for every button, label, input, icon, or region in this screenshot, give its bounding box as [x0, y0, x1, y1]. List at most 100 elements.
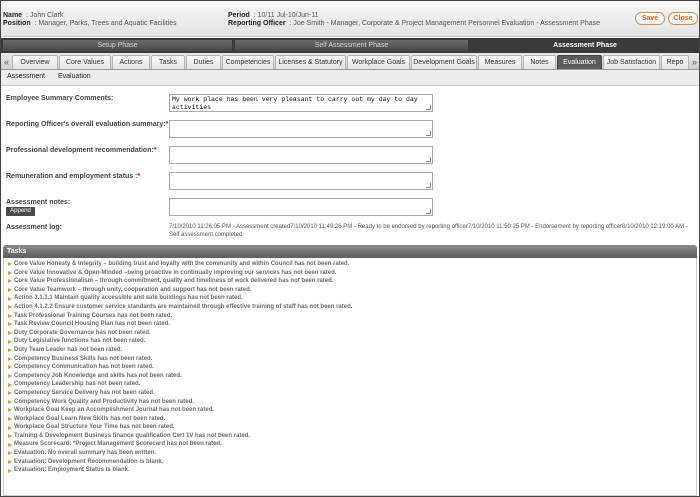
task-item[interactable]: Workplace Goal Keep an Accomplishment Jo…: [4, 406, 696, 415]
task-item[interactable]: Competency Work Quality and Productivity…: [4, 398, 696, 407]
assessment-notes-field[interactable]: [169, 198, 433, 216]
task-item[interactable]: Evaluation: No overall summary has been …: [4, 449, 696, 458]
tab-overview[interactable]: Overview: [12, 55, 58, 69]
task-item[interactable]: Measure Scorecard: *Project Management S…: [4, 440, 696, 449]
tab-workplace-goals[interactable]: Workplace Goals: [347, 55, 410, 69]
assessment-log-text: 7/10/2010 11:26:05 PM - Assessment creat…: [169, 224, 688, 238]
task-item-text: Workplace Goal Learn New Skills has not …: [14, 415, 166, 422]
tab-core-values[interactable]: Core Values: [59, 55, 111, 69]
task-item[interactable]: Competency Communication has not been ra…: [4, 363, 696, 372]
arrow-right-icon: [8, 416, 12, 421]
summary-comments-field[interactable]: My work place has been very pleasant to …: [169, 94, 433, 112]
tab-tasks[interactable]: Tasks: [151, 55, 185, 69]
resize-grip-icon[interactable]: [426, 183, 431, 188]
tab-duties[interactable]: Duties: [186, 55, 221, 69]
arrow-right-icon: [8, 313, 12, 318]
task-item-text: Task Review Council Housing Plan has not…: [14, 321, 170, 328]
task-item[interactable]: Competency Service Delivery has not been…: [4, 389, 696, 398]
task-item[interactable]: Core Value Honesty & Integrity – buildin…: [4, 260, 696, 269]
arrow-right-icon: [8, 374, 12, 379]
task-item[interactable]: Task Professional Training Courses has n…: [4, 312, 696, 321]
tab-development-goals[interactable]: Development Goals: [411, 55, 477, 69]
append-button[interactable]: Append: [6, 207, 35, 216]
arrow-right-icon: [8, 408, 12, 413]
tab-licenses-statutory[interactable]: Licenses & Statutory: [275, 55, 346, 69]
tab-actions[interactable]: Actions: [112, 55, 150, 69]
close-button[interactable]: Close: [668, 12, 698, 25]
task-item[interactable]: Competency Job Knowledge and skills has …: [4, 372, 696, 381]
tab-notes[interactable]: Notes: [523, 55, 556, 69]
phase-setup[interactable]: Setup Phase: [3, 40, 232, 51]
save-button[interactable]: Save: [635, 12, 665, 25]
arrow-right-icon: [8, 391, 12, 396]
task-item-text: Duty Team Leader has not been rated.: [14, 346, 123, 353]
task-item[interactable]: Duty Legislative functions has not been …: [4, 337, 696, 346]
arrow-right-icon: [8, 356, 12, 361]
summary-comments-label: Employee Summary Comments:: [6, 95, 114, 102]
task-item-text: Competency Work Quality and Productivity…: [14, 398, 194, 405]
arrow-right-icon: [8, 425, 12, 430]
arrow-right-icon: [8, 451, 12, 456]
tab-reports[interactable]: Repo: [661, 55, 689, 69]
arrow-right-icon: [8, 288, 12, 293]
arrow-right-icon: [8, 305, 12, 310]
task-item-text: Workplace Goal Structure Your Time has n…: [14, 424, 175, 431]
task-item[interactable]: Core Value Professionalism – through com…: [4, 277, 696, 286]
prof-dev-label: Professional development recommendation:…: [6, 147, 157, 154]
remuneration-label: Remuneration and employment status :*: [6, 173, 141, 180]
phase-assessment[interactable]: Assessment Phase: [471, 40, 699, 51]
task-item[interactable]: Competency Business Skills has not been …: [4, 355, 696, 364]
tasks-panel-header: Tasks: [3, 245, 697, 258]
task-item[interactable]: Evaluation: Development Recommendation i…: [4, 458, 696, 467]
prof-dev-field[interactable]: [169, 146, 433, 164]
phase-bar: Setup Phase Self Assessment Phase Assess…: [1, 38, 699, 53]
arrow-right-icon: [8, 279, 12, 284]
tabs-scroll-right-icon[interactable]: »: [690, 55, 699, 69]
task-item-text: Duty Corporate Governance has not been r…: [14, 329, 151, 336]
subtab-bar: Assessment Evaluation: [1, 70, 699, 86]
resize-grip-icon[interactable]: [426, 105, 431, 110]
arrow-right-icon: [8, 262, 12, 267]
subtab-assessment[interactable]: Assessment: [7, 73, 45, 80]
task-item-text: Competency Job Knowledge and skills has …: [14, 372, 182, 379]
arrow-right-icon: [8, 442, 12, 447]
resize-grip-icon[interactable]: [426, 131, 431, 136]
header: Name : John Clark Position : Manager, Pa…: [1, 1, 699, 37]
subtab-evaluation[interactable]: Evaluation: [58, 73, 91, 80]
task-item[interactable]: Duty Team Leader has not been rated.: [4, 346, 696, 355]
tabs-scroll-left-icon[interactable]: «: [2, 55, 11, 69]
task-item[interactable]: Workplace Goal Structure Your Time has n…: [4, 423, 696, 432]
arrow-right-icon: [8, 382, 12, 387]
task-item[interactable]: Action 3.1.1.1 Maintain quality accessib…: [4, 294, 696, 303]
officer-summary-label: Reporting Officer's overall evaluation s…: [6, 121, 169, 128]
task-item[interactable]: Workplace Goal Learn New Skills has not …: [4, 415, 696, 424]
tab-competencies[interactable]: Competencies: [222, 55, 274, 69]
task-item-text: Competency Leadership has not been rated…: [14, 381, 141, 388]
arrow-right-icon: [8, 348, 12, 353]
officer-summary-field[interactable]: [169, 120, 433, 138]
remuneration-field[interactable]: [169, 172, 433, 190]
arrow-right-icon: [8, 365, 12, 370]
phase-self-assessment[interactable]: Self Assessment Phase: [235, 40, 468, 51]
task-item-text: Evaluation: Employment Status is blank.: [14, 467, 130, 474]
task-item[interactable]: Competency Leadership has not been rated…: [4, 380, 696, 389]
task-item-text: Core Value Teamwork – through unity, coo…: [14, 286, 252, 293]
tab-evaluation[interactable]: Evaluation: [557, 55, 602, 69]
task-item-text: Evaluation: Development Recommendation i…: [14, 458, 164, 465]
task-item[interactable]: Action 4.1.2.2 Ensure customer service s…: [4, 303, 696, 312]
task-item[interactable]: Core Value Teamwork – through unity, coo…: [4, 286, 696, 295]
tab-measures[interactable]: Measures: [478, 55, 522, 69]
assessment-notes-label: Assessment notes:: [6, 199, 71, 206]
tab-job-satisfaction[interactable]: Job Satisfaction: [603, 55, 660, 69]
resize-grip-icon[interactable]: [426, 209, 431, 214]
task-item-text: Core Value Innovative & Open-Minded –bei…: [14, 269, 337, 276]
task-item[interactable]: Duty Corporate Governance has not been r…: [4, 329, 696, 338]
task-item[interactable]: Task Review Council Housing Plan has not…: [4, 320, 696, 329]
resize-grip-icon[interactable]: [426, 157, 431, 162]
task-item[interactable]: Core Value Innovative & Open-Minded –bei…: [4, 269, 696, 278]
tasks-panel: Core Value Honesty & Integrity – buildin…: [3, 258, 697, 496]
task-item[interactable]: Evaluation: Employment Status is blank.: [4, 466, 696, 475]
task-item[interactable]: Training & Development Business finance …: [4, 432, 696, 441]
task-item-text: Competency Service Delivery has not been…: [14, 389, 155, 396]
arrow-right-icon: [8, 270, 12, 275]
